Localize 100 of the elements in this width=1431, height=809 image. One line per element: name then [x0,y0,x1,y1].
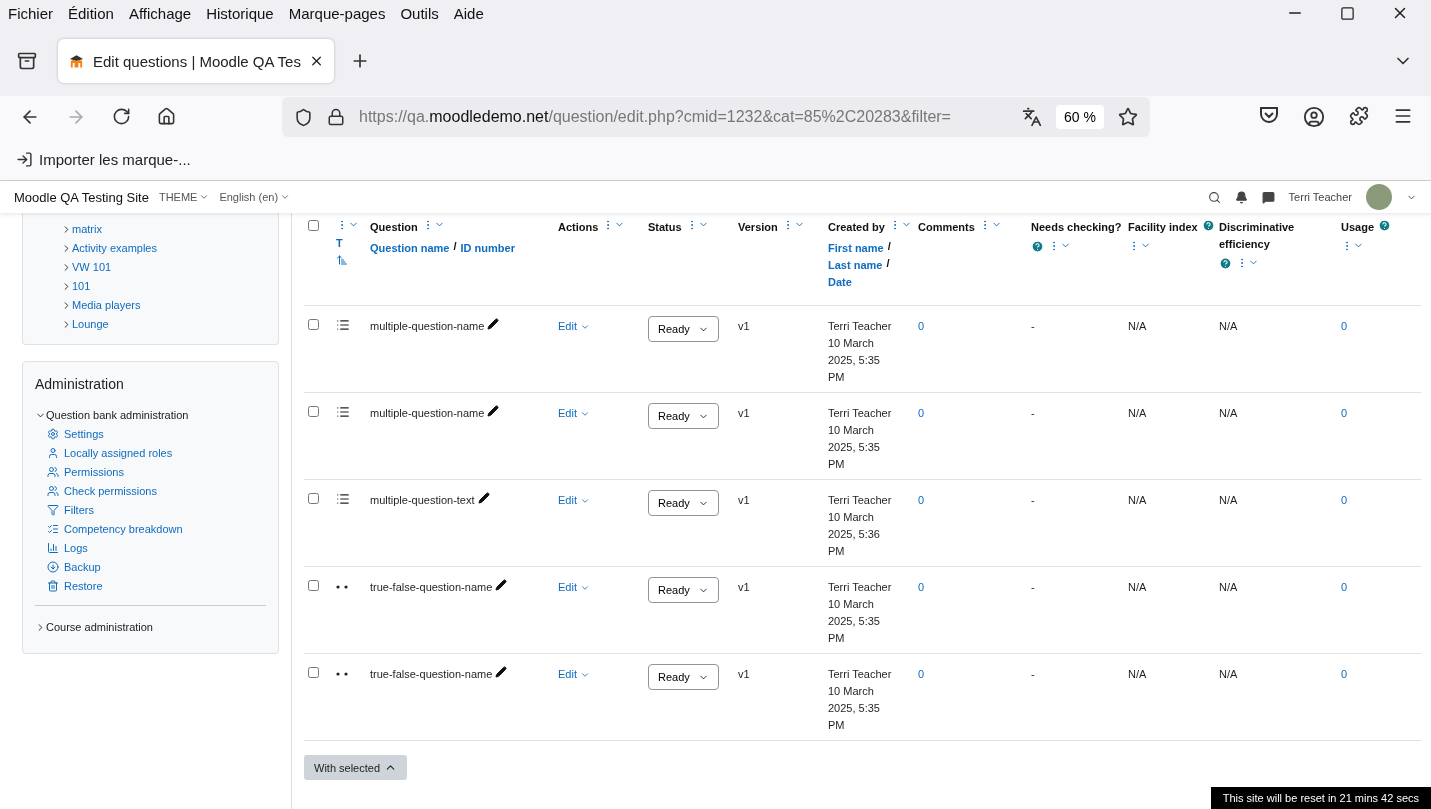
chat-icon[interactable] [1261,190,1275,204]
admin-link[interactable]: Logs [47,540,266,556]
bell-icon[interactable] [1234,190,1248,204]
search-icon[interactable] [1207,190,1221,204]
translate-icon[interactable] [1022,107,1043,127]
site-name[interactable]: Moodle QA Testing Site [14,189,149,205]
category-link[interactable]: Lounge [61,316,266,332]
people-icon [47,485,59,497]
comments-link[interactable]: 0 [918,318,925,335]
status-select[interactable]: Ready [648,664,719,690]
help-icon[interactable] [1031,240,1044,253]
sort-link[interactable]: T [336,235,366,252]
menu-item[interactable]: Historique [206,4,282,22]
maximize-icon[interactable] [1340,5,1355,21]
pocket-icon[interactable] [1259,106,1279,124]
comments-link[interactable]: 0 [918,579,925,596]
usage-link[interactable]: 0 [1341,405,1348,422]
comments-link[interactable]: 0 [918,666,925,683]
row-checkbox[interactable] [308,493,319,504]
puzzle-icon[interactable] [1349,106,1369,126]
row-checkbox[interactable] [308,580,319,591]
status-select[interactable]: Ready [648,490,719,516]
help-icon[interactable] [1219,257,1232,270]
admin-link[interactable]: Filters [47,502,266,518]
section-toggle[interactable]: Course administration [35,619,266,635]
admin-link[interactable]: Locally assigned roles [47,445,266,461]
browser-tab[interactable]: Edit questions | Moodle QA Tes [58,39,334,83]
account-icon[interactable] [1303,106,1325,128]
needs-checking-text: - [1031,493,1035,508]
menu-item[interactable]: Affichage [128,4,200,22]
row-checkbox[interactable] [308,667,319,678]
sort-link[interactable]: Date [828,274,852,291]
section-toggle[interactable]: Question bank administration [35,407,266,423]
category-link[interactable]: matrix [61,221,266,237]
shield-icon[interactable] [294,107,313,127]
comments-link[interactable]: 0 [918,492,925,509]
bookmark-item[interactable]: Importer les marque-... [16,150,191,168]
row-checkbox[interactable] [308,319,319,330]
admin-link[interactable]: Permissions [47,464,266,480]
needs-checking-text: - [1031,580,1035,595]
edit-menu[interactable]: Edit [558,318,590,335]
pencil-icon[interactable] [487,318,500,330]
sort-link[interactable]: Last name [828,257,883,274]
edit-menu[interactable]: Edit [558,405,590,422]
status-select[interactable]: Ready [648,577,719,603]
comments-link[interactable]: 0 [918,405,925,422]
url-field[interactable]: https://qa.moodledemo.net/question/edit.php?cmid=1232&cat=85%2C20283&filter= 60 % [282,97,1150,137]
with-selected-button[interactable]: With selected [304,755,408,780]
admin-link[interactable]: Backup [47,559,266,575]
category-link[interactable]: Media players [61,297,266,313]
theme-menu[interactable]: THEME [158,191,210,203]
edit-menu[interactable]: Edit [558,666,590,683]
tab-title: Edit questions | Moodle QA Tes [93,52,301,70]
menu-item[interactable]: Outils [400,4,447,22]
pencil-icon[interactable] [477,492,490,504]
edit-menu[interactable]: Edit [558,492,590,509]
category-link[interactable]: 101 [61,278,266,294]
language-menu[interactable]: English (en) [219,191,291,203]
help-icon[interactable] [1201,219,1215,232]
row-checkbox[interactable] [308,406,319,417]
usage-link[interactable]: 0 [1341,666,1348,683]
usage-link[interactable]: 0 [1341,318,1348,335]
reset-notice: This site will be reset in 21 mins 42 secs [1210,787,1431,809]
download-icon [47,561,59,573]
category-link[interactable]: Activity examples [61,240,266,256]
admin-link[interactable]: Restore [47,578,266,594]
status-select[interactable]: Ready [648,316,719,342]
lock-icon[interactable] [327,108,345,126]
usage-link[interactable]: 0 [1341,579,1348,596]
sort-link[interactable]: ID number [460,240,515,257]
dots-icon [336,672,348,676]
usage-link[interactable]: 0 [1341,492,1348,509]
menu-item[interactable]: Édition [68,4,122,22]
menu-item[interactable]: Marque-pages [288,4,394,22]
edit-menu[interactable]: Edit [558,579,590,596]
zoom-level-button[interactable]: 60 % [1056,105,1104,129]
menu-item[interactable]: Fichier [8,4,61,22]
status-select[interactable]: Ready [648,403,719,429]
select-all-checkbox[interactable] [308,220,319,231]
sort-ascending-icon[interactable] [336,254,348,266]
star-icon[interactable] [1118,107,1138,127]
reload-icon[interactable] [112,107,131,126]
sort-link[interactable]: Question name [370,240,450,257]
gear-icon [47,428,59,440]
home-icon[interactable] [157,107,176,126]
admin-link[interactable]: Check permissions [47,483,266,499]
category-link[interactable]: VW 101 [61,259,266,275]
pencil-icon[interactable] [495,579,508,591]
admin-link[interactable]: Competency breakdown [47,521,266,537]
pencil-icon[interactable] [495,666,508,678]
menu-icon[interactable] [1393,106,1413,126]
needs-checking-text: - [1031,667,1035,682]
sort-link[interactable]: First name [828,240,884,257]
column-title: Created by [828,220,885,235]
menu-item[interactable]: Aide [453,4,492,22]
pencil-icon[interactable] [487,405,500,417]
admin-link[interactable]: Settings [47,426,266,442]
user-name[interactable]: Terri Teacher [1288,191,1352,203]
avatar[interactable] [1366,184,1392,210]
help-icon[interactable] [1378,219,1392,232]
